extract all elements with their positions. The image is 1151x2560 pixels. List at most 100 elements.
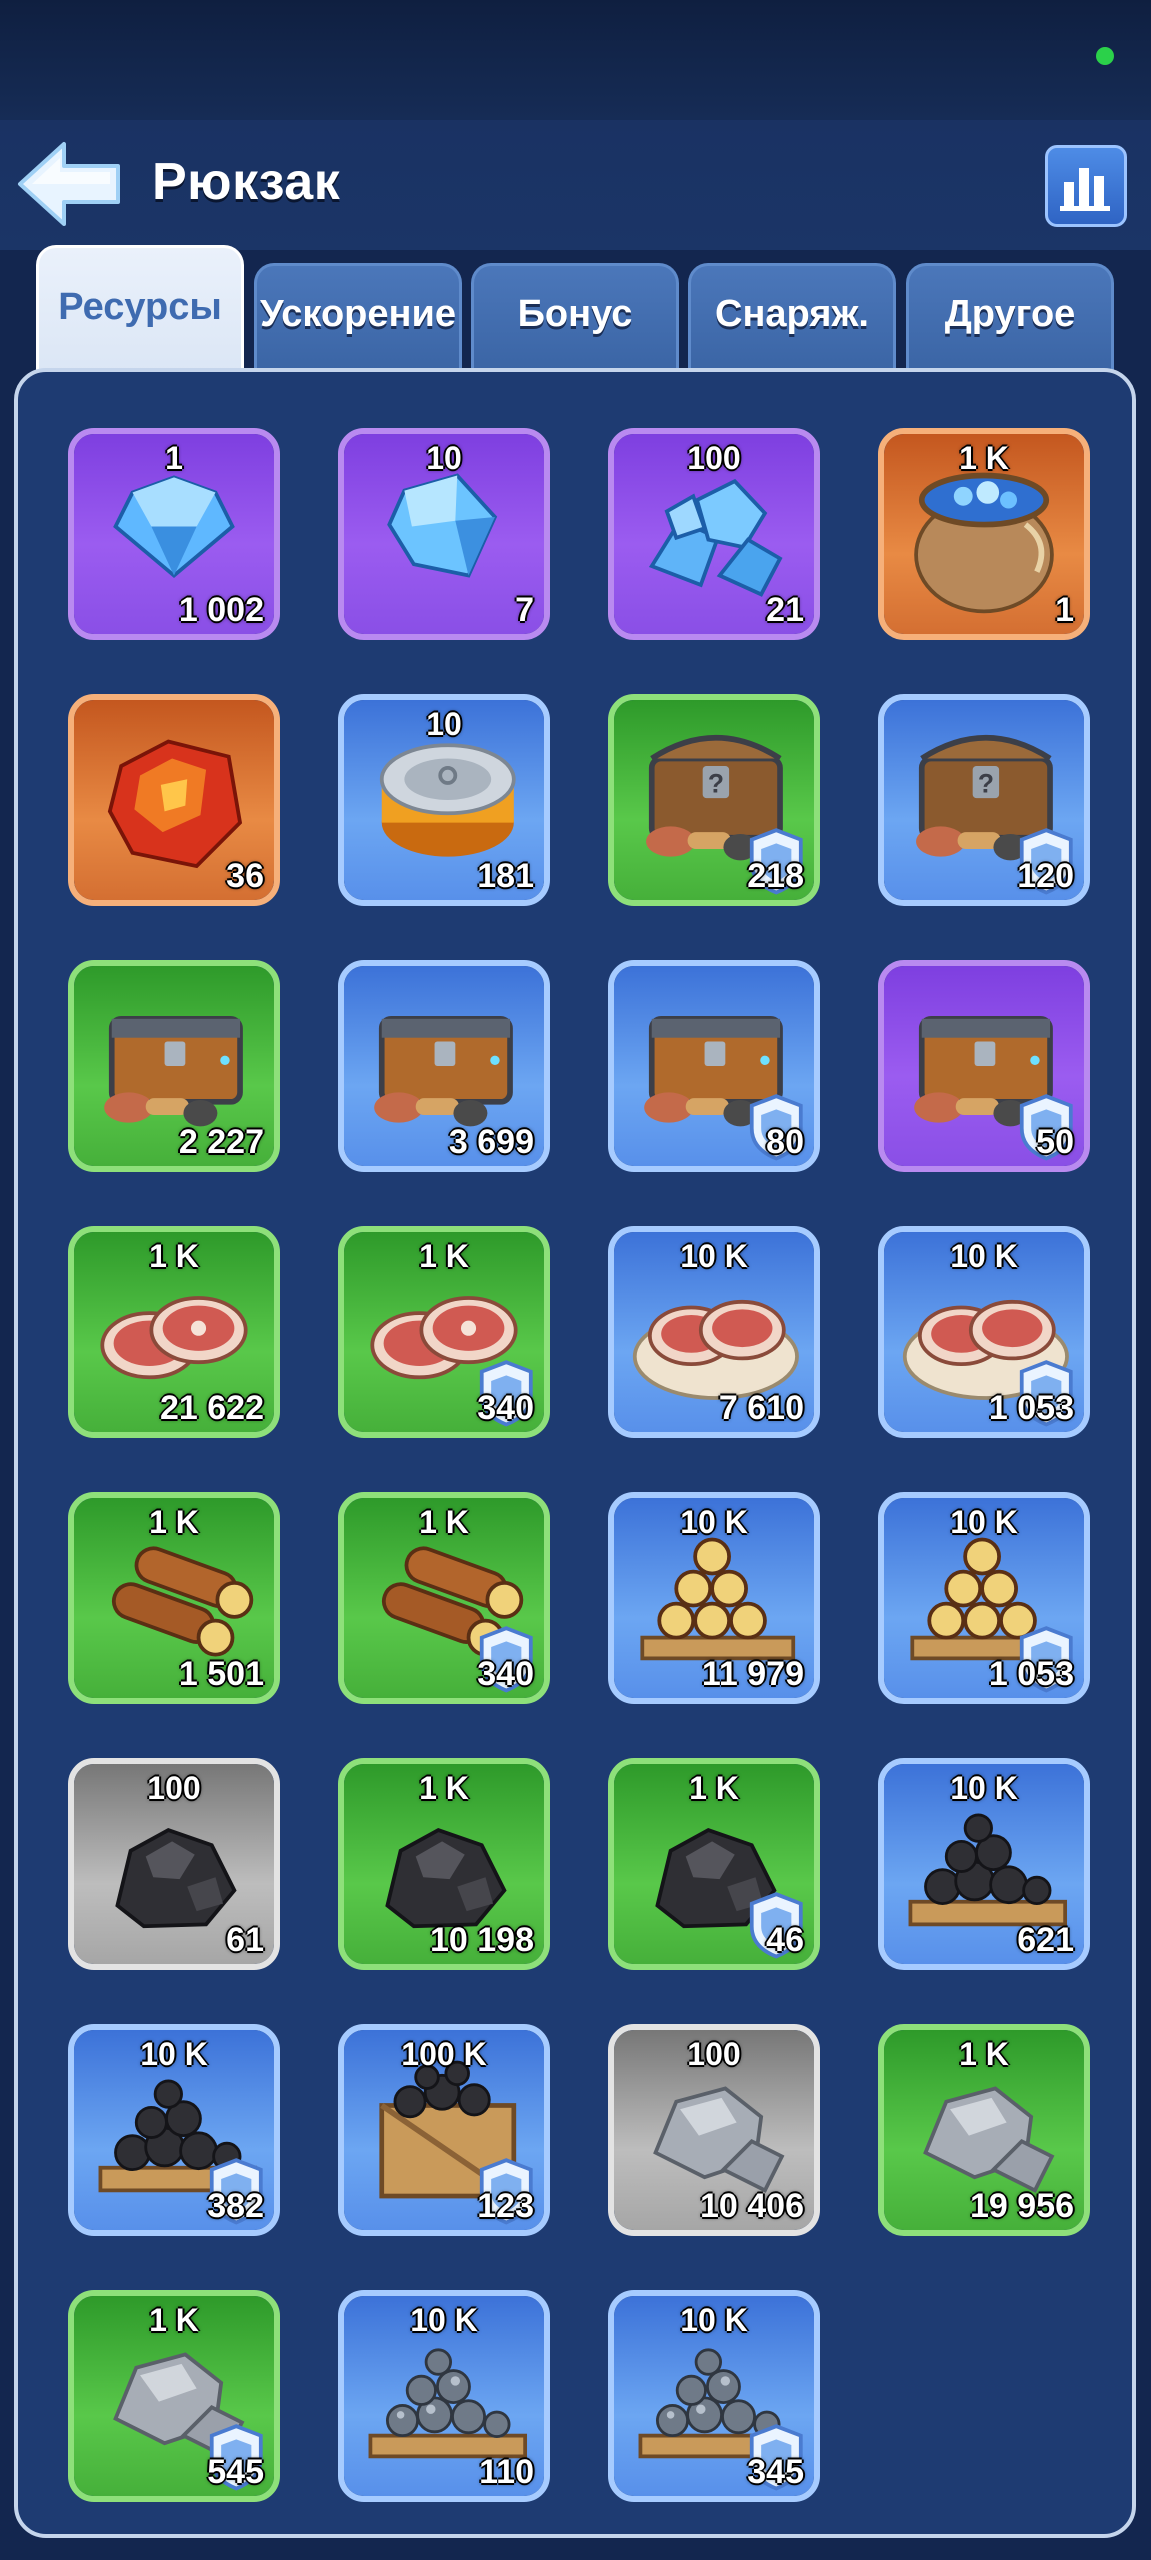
- stats-button[interactable]: [1045, 145, 1127, 227]
- item-slot[interactable]: 10 K 11 979: [608, 1492, 820, 1704]
- tab-bar: Ресурсы Ускорение Бонус Снаряж. Другое: [0, 245, 1151, 375]
- pack-size-label: 1 K: [419, 1504, 469, 1540]
- pack-size-label: 10 K: [950, 1238, 1018, 1274]
- bar-chart-icon: [1060, 168, 1110, 211]
- pack-size-label: 10 K: [950, 1770, 1018, 1806]
- item-count: 80: [766, 1123, 804, 1161]
- pack-size-label: 10 K: [680, 2302, 748, 2338]
- inventory-panel: 1 1 002 10 7 100 21 1 K 1 36 10 181? 218? 120 2 227 3 …: [14, 368, 1136, 2538]
- item-count: 340: [477, 1389, 534, 1427]
- pack-size-label: 10: [426, 440, 462, 476]
- item-slot[interactable]: 10 K 1 053: [878, 1492, 1090, 1704]
- item-slot[interactable]: 1 K 46: [608, 1758, 820, 1970]
- item-count: 120: [1017, 857, 1074, 895]
- item-count: 1 053: [988, 1389, 1074, 1427]
- item-count: 345: [747, 2453, 804, 2491]
- item-slot[interactable]: 80: [608, 960, 820, 1172]
- item-count: 340: [477, 1655, 534, 1693]
- item-count: 21 622: [160, 1389, 264, 1427]
- item-slot[interactable]: 10 K 382: [68, 2024, 280, 2236]
- item-slot[interactable]: 100 61: [68, 1758, 280, 1970]
- pack-size-label: 100: [687, 440, 741, 476]
- tab-other[interactable]: Другое: [906, 263, 1114, 375]
- pack-size-label: 10 K: [680, 1504, 748, 1540]
- item-count: 123: [477, 2187, 534, 2225]
- pack-size-label: 10 K: [950, 1504, 1018, 1540]
- item-count: 1 002: [178, 591, 264, 629]
- item-slot[interactable]: 1 K 21 622: [68, 1226, 280, 1438]
- item-slot[interactable]: 100 K 123: [338, 2024, 550, 2236]
- item-slot[interactable]: ? 218: [608, 694, 820, 906]
- tab-bonus[interactable]: Бонус: [471, 263, 679, 375]
- item-slot[interactable]: ? 120: [878, 694, 1090, 906]
- item-slot[interactable]: 50: [878, 960, 1090, 1172]
- item-count: 61: [226, 1921, 264, 1959]
- back-button[interactable]: [14, 138, 124, 230]
- pack-size-label: 1 K: [149, 1238, 199, 1274]
- item-count: 3 699: [448, 1123, 534, 1161]
- item-slot[interactable]: 10 K 621: [878, 1758, 1090, 1970]
- item-slot[interactable]: 1 K 1 501: [68, 1492, 280, 1704]
- pack-size-label: 10: [426, 706, 462, 742]
- item-slot[interactable]: 10 K 1 053: [878, 1226, 1090, 1438]
- page-title: Рюкзак: [152, 153, 341, 211]
- item-slot[interactable]: 10 K 7 610: [608, 1226, 820, 1438]
- item-count: 19 956: [970, 2187, 1074, 2225]
- tab-resources[interactable]: Ресурсы: [36, 245, 244, 375]
- item-slot[interactable]: 1 K 19 956: [878, 2024, 1090, 2236]
- item-slot[interactable]: 10 K 110: [338, 2290, 550, 2502]
- item-slot[interactable]: 100 21: [608, 428, 820, 640]
- item-slot[interactable]: 100 10 406: [608, 2024, 820, 2236]
- item-count: 21: [766, 591, 804, 629]
- item-count: 218: [747, 857, 804, 895]
- item-slot[interactable]: 1 K 340: [338, 1226, 550, 1438]
- item-count: 11 979: [701, 1655, 804, 1693]
- item-slot[interactable]: 1 K 340: [338, 1492, 550, 1704]
- item-count: 2 227: [178, 1123, 264, 1161]
- pack-size-label: 1 K: [689, 1770, 739, 1806]
- item-count: 36: [226, 857, 264, 895]
- item-count: 1: [1055, 591, 1074, 629]
- pack-size-label: 10 K: [680, 1238, 748, 1274]
- item-count: 181: [477, 857, 534, 895]
- item-slot[interactable]: 1 K 10 198: [338, 1758, 550, 1970]
- pack-size-label: 10 K: [140, 2036, 208, 2072]
- item-slot[interactable]: 1 1 002: [68, 428, 280, 640]
- status-bar: [0, 0, 1151, 120]
- pack-size-label: 100: [147, 1770, 201, 1806]
- item-count: 621: [1017, 1921, 1074, 1959]
- item-count: 46: [766, 1921, 804, 1959]
- back-arrow-icon: [18, 142, 120, 226]
- item-count: 10 406: [700, 2187, 804, 2225]
- item-slot[interactable]: 10 7: [338, 428, 550, 640]
- item-slot[interactable]: 1 K 545: [68, 2290, 280, 2502]
- svg-text:?: ?: [978, 768, 994, 798]
- item-count: 545: [207, 2453, 264, 2491]
- pack-size-label: 100 K: [401, 2036, 487, 2072]
- item-slot[interactable]: 36: [68, 694, 280, 906]
- item-slot[interactable]: 10 181: [338, 694, 550, 906]
- pack-size-label: 1 K: [149, 2302, 199, 2338]
- svg-text:?: ?: [708, 768, 724, 798]
- item-slot[interactable]: 3 699: [338, 960, 550, 1172]
- pack-size-label: 1 K: [419, 1770, 469, 1806]
- pack-size-label: 1 K: [959, 440, 1009, 476]
- tab-speedups[interactable]: Ускорение: [254, 263, 462, 375]
- item-slot[interactable]: 2 227: [68, 960, 280, 1172]
- item-count: 7 610: [718, 1389, 804, 1427]
- pack-size-label: 100: [687, 2036, 741, 2072]
- item-count: 1 501: [178, 1655, 264, 1693]
- item-slot[interactable]: 1 K 1: [878, 428, 1090, 640]
- item-count: 1 053: [988, 1655, 1074, 1693]
- item-slot[interactable]: 10 K 345: [608, 2290, 820, 2502]
- item-count: 50: [1036, 1123, 1074, 1161]
- tab-equipment[interactable]: Снаряж.: [688, 263, 896, 375]
- item-count: 7: [515, 591, 534, 629]
- item-count: 10 198: [430, 1921, 534, 1959]
- pack-size-label: 10 K: [410, 2302, 478, 2338]
- pack-size-label: 1 K: [959, 2036, 1009, 2072]
- status-dot: [1096, 47, 1114, 65]
- item-count: 382: [207, 2187, 264, 2225]
- pack-size-label: 1 K: [149, 1504, 199, 1540]
- pack-size-label: 1 K: [419, 1238, 469, 1274]
